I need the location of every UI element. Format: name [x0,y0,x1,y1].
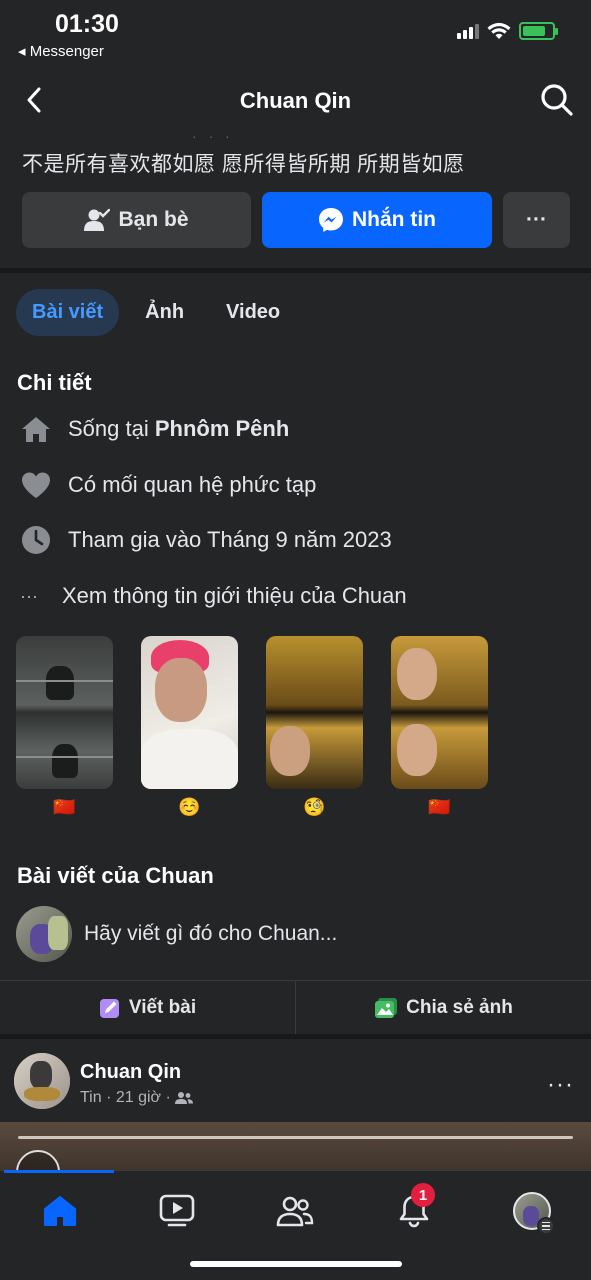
status-bar: 01:30 ◂ Messenger [0,0,591,70]
tab-videos[interactable]: Video [210,289,296,336]
active-tab-indicator [4,1170,114,1173]
composer-actions: Viết bài Chia sẻ ảnh [0,980,591,1034]
story-progress-bar [18,1136,573,1139]
write-post-button[interactable]: Viết bài [0,981,295,1034]
more-dots-icon: ··· [526,208,547,231]
story-emoji: 🇨🇳 [428,797,451,817]
friends-icon [276,1196,314,1227]
profile-bio: 不是所有喜欢都如愿 愿所得皆所期 所期皆如愿 [22,153,465,176]
post-header: Chuan Qin Tin · 21 giờ · ··· [14,1053,580,1113]
story-thumbnail [266,636,363,789]
post-media[interactable] [0,1122,591,1194]
nav-video[interactable] [152,1189,202,1233]
post-more-button[interactable]: ··· [547,1071,574,1099]
featured-stories: 🇨🇳 ☺️ 🧐 🇨🇳 [16,636,576,819]
nav-home[interactable] [35,1189,85,1233]
story-item[interactable]: 🧐 [266,636,363,819]
story-item[interactable]: 🇨🇳 [391,636,488,819]
post-author[interactable]: Chuan Qin [80,1061,181,1084]
nav-friends[interactable] [270,1189,320,1233]
story-thumbnail [141,636,238,789]
message-button[interactable]: Nhắn tin [262,192,492,248]
wifi-icon [487,22,511,39]
messenger-icon [319,208,343,232]
more-options-button[interactable]: ··· [503,192,570,248]
status-icons [457,22,558,40]
avatar[interactable] [14,1053,70,1109]
post-meta-text: Tin · 21 giờ · [80,1089,171,1106]
edit-icon [99,998,119,1018]
posts-section-title: Bài viết của Chuan [17,863,214,888]
story-item[interactable]: ☺️ [141,636,238,819]
page-title: Chuan Qin [239,88,352,113]
post-composer[interactable]: Hãy viết gì đó cho Chuan... [16,906,337,962]
tab-photos[interactable]: Ảnh [129,289,200,336]
share-photo-label: Chia sẻ ảnh [406,996,513,1018]
story-thumbnail [391,636,488,789]
home-indicator [190,1261,402,1267]
see-about-link[interactable]: ··· Xem thông tin giới thiệu của Chuan [20,578,407,614]
message-label: Nhắn tin [352,208,436,231]
notification-badge: 1 [411,1183,435,1207]
status-time: 01:30 [55,10,119,38]
battery-charging-icon [519,22,558,40]
profile-header: Chuan Qin [0,72,591,130]
section-divider [0,1034,591,1039]
home-icon [44,1196,76,1226]
cellular-signal-icon [457,23,479,39]
profile-actions: Bạn bè Nhắn tin ··· [22,192,570,248]
avatar[interactable] [16,906,72,962]
search-icon[interactable] [537,80,577,120]
see-about-text: Xem thông tin giới thiệu của Chuan [62,583,407,608]
story-emoji: 🇨🇳 [53,797,76,817]
share-photo-button[interactable]: Chia sẻ ảnh [295,981,591,1034]
menu-icon [537,1217,555,1235]
friends-audience-icon [174,1092,193,1104]
heart-icon [22,472,50,498]
story-thumbnail [16,636,113,789]
detail-joined: Tham gia vào Tháng 9 năm 2023 [20,522,392,558]
lives-prefix: Sống tại [68,416,155,441]
section-divider [0,268,591,273]
composer-placeholder[interactable]: Hãy viết gì đó cho Chuan... [84,922,337,946]
photo-icon [375,997,398,1018]
clock-icon [22,526,50,554]
story-emoji: 🧐 [303,797,326,817]
home-icon [22,417,50,442]
detail-lives-in: Sống tại Phnôm Pênh [20,411,289,447]
details-title: Chi tiết [17,370,92,395]
video-icon [159,1194,195,1227]
nav-menu-profile[interactable] [507,1189,557,1235]
profile-tabs: Bài viết Ảnh Video [16,287,296,337]
write-post-label: Viết bài [128,996,197,1018]
lives-city[interactable]: Phnôm Pênh [155,416,289,441]
tab-posts[interactable]: Bài viết [16,288,120,336]
spacer [0,836,591,837]
joined-text: Tham gia vào Tháng 9 năm 2023 [68,527,392,552]
friends-label: Bạn bè [118,208,189,231]
nav-notifications[interactable]: 1 [389,1183,439,1233]
friends-button[interactable]: Bạn bè [22,192,251,248]
detail-relationship: Có mối quan hệ phức tạp [20,467,316,503]
friend-check-icon [84,208,111,231]
more-dots-icon: ··· [20,585,38,606]
story-item[interactable]: 🇨🇳 [16,636,113,819]
bio-ghost-text: · · · [192,128,234,144]
post-meta: Tin · 21 giờ · [80,1089,193,1107]
back-to-messenger-link[interactable]: ◂ Messenger [18,42,104,60]
story-emoji: ☺️ [178,797,201,817]
relationship-text: Có mối quan hệ phức tạp [68,472,317,497]
